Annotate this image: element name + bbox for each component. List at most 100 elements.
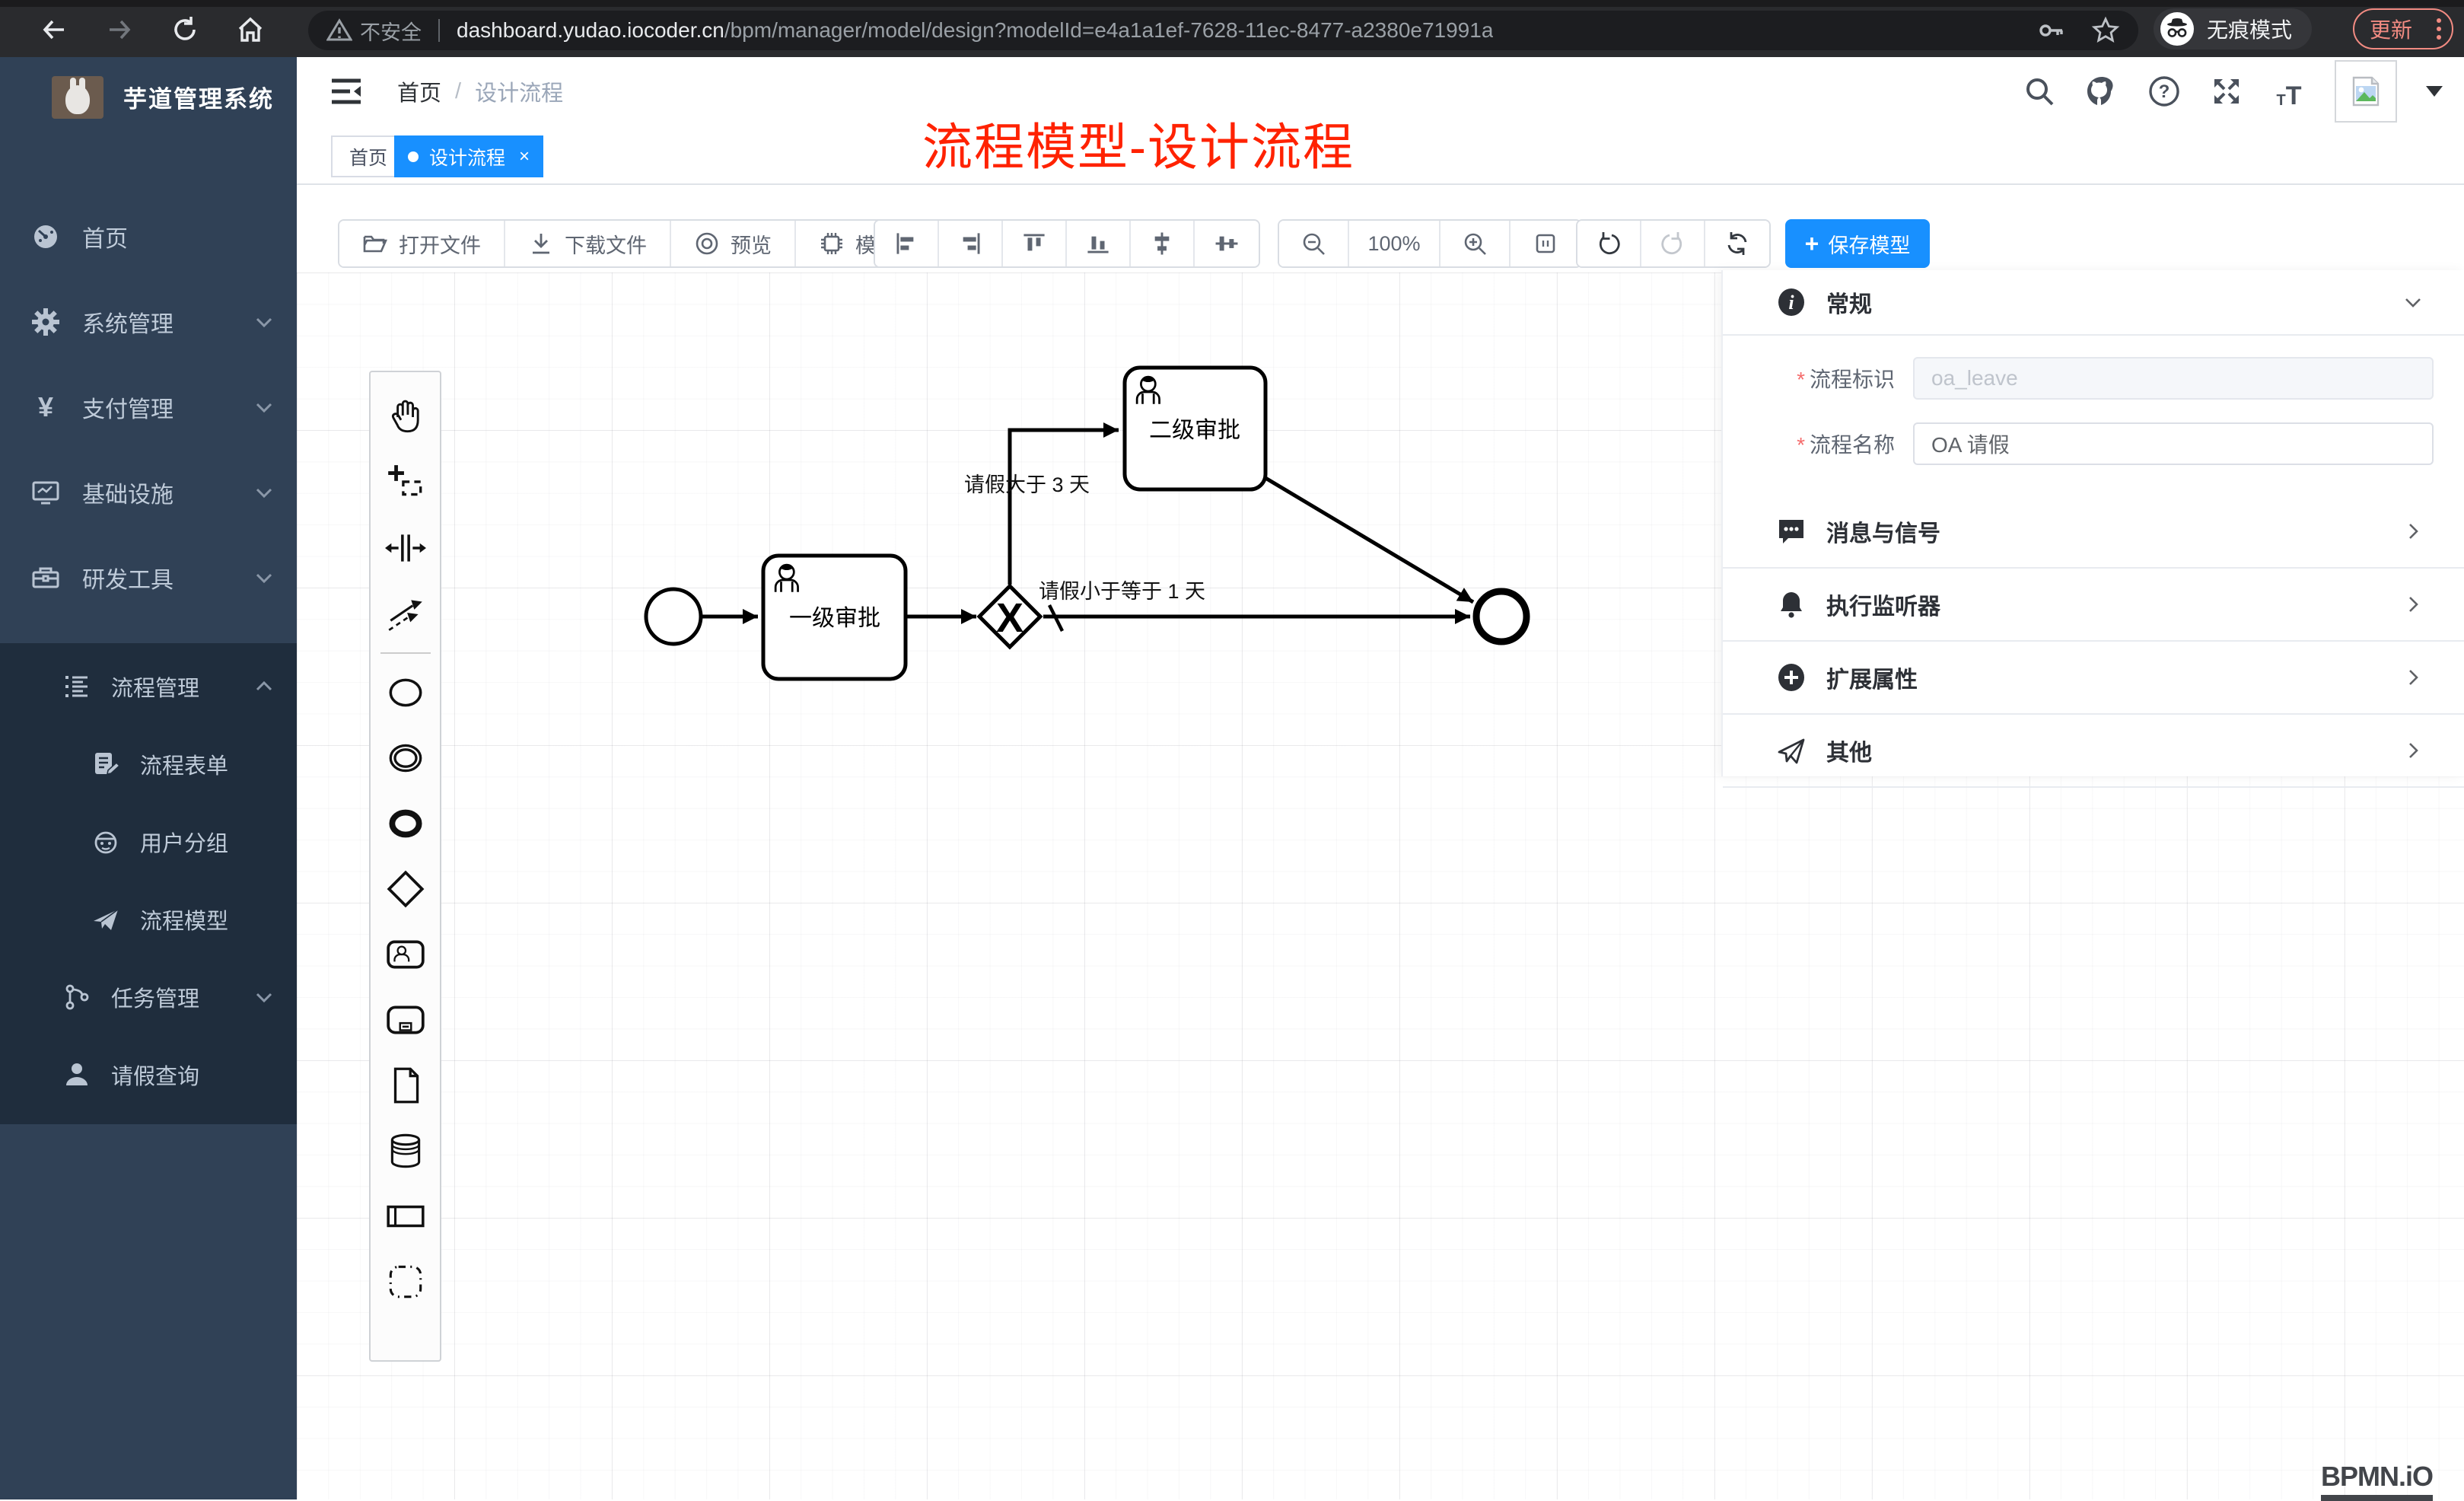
align-center-horizontal-icon [1149,231,1175,257]
update-label[interactable]: 更新 [2370,14,2412,44]
browser-back-icon[interactable] [40,15,68,44]
zoom-reset-button[interactable] [1511,221,1581,266]
bpmn-io-watermark[interactable]: BPMN.iO [2321,1461,2433,1501]
sidebar-item-home[interactable]: 首页 [0,194,297,279]
align-right-button[interactable] [939,221,1003,266]
flow-gateway-to-task2[interactable] [1010,430,1119,585]
page-url[interactable]: dashboard.yudao.iocoder.cn/bpm/manager/m… [457,18,1493,43]
browser-home-icon[interactable] [236,15,265,44]
align-middle-vertical-icon [1214,231,1240,257]
align-center-button[interactable] [1131,221,1195,266]
security-warning-icon [326,18,352,43]
bookmark-star-icon[interactable] [2091,16,2120,45]
preview-button[interactable]: 预览 [671,221,796,266]
redo-button[interactable] [1641,221,1705,266]
dashboard-icon [30,221,61,252]
browser-menu-icon[interactable] [2437,18,2441,40]
sidebar-item-label: 支付管理 [82,390,173,424]
user-task-level2[interactable]: 二级审批 [1125,368,1265,489]
undo-icon [1596,231,1622,257]
align-bottom-button[interactable] [1067,221,1131,266]
browser-forward-icon[interactable] [105,15,134,44]
tab-label: 首页 [349,143,387,170]
app-logo[interactable]: 芋道管理系统 [0,57,297,137]
close-tab-icon[interactable]: × [519,146,530,167]
chevron-down-icon [254,568,274,588]
sidebar-item-user-group[interactable]: 用户分组 [0,803,297,881]
process-name-input[interactable] [1913,422,2434,465]
align-bottom-icon [1085,231,1111,257]
sidebar-item-process-model[interactable]: 流程模型 [0,881,297,958]
undo-button[interactable] [1577,221,1641,266]
preview-eye-icon [694,231,720,257]
chevron-up-icon [254,677,274,696]
url-host: dashboard.yudao.iocoder.cn [457,18,724,42]
exclusive-gateway[interactable]: X [979,586,1040,647]
avatar[interactable] [2335,60,2397,123]
refresh-button[interactable] [1705,221,1769,266]
section-extended-attributes[interactable]: 扩展属性 [1723,642,2464,715]
file-toolbar-group: 打开文件 下载文件 预览 模拟 [338,219,921,268]
zoom-in-button[interactable] [1441,221,1511,266]
search-icon[interactable] [2023,75,2056,108]
address-bar[interactable]: 不安全 dashboard.yudao.iocoder.cn/bpm/manag… [308,11,2138,50]
section-title: 消息与信号 [1826,515,1940,548]
help-icon[interactable]: ? [2147,75,2181,108]
breadcrumb-home[interactable]: 首页 [397,75,441,107]
sidebar-item-leave-query[interactable]: 请假查询 [0,1036,297,1114]
start-event[interactable] [646,589,701,644]
chevron-down-icon [2402,291,2424,314]
sidebar-item-system[interactable]: 系统管理 [0,279,297,365]
fullscreen-icon[interactable] [2210,75,2243,108]
section-execution-listener[interactable]: 执行监听器 [1723,569,2464,642]
sidebar-item-label: 请假查询 [111,1059,199,1091]
section-title: 扩展属性 [1826,661,1918,694]
tab-design-process[interactable]: 设计流程 × [394,135,543,177]
open-file-button[interactable]: 打开文件 [339,221,505,266]
sidebar-item-process-form[interactable]: 流程表单 [0,725,297,803]
sidebar-item-infra[interactable]: 基础设施 [0,450,297,535]
password-key-icon[interactable] [2038,17,2065,44]
form-row-process-key: *流程标识 [1723,357,2434,400]
sidebar-item-label: 任务管理 [111,981,199,1013]
user-task-level1[interactable]: 一级审批 [763,556,906,679]
sidebar-item-payment[interactable]: ¥ 支付管理 [0,365,297,450]
align-top-button[interactable] [1003,221,1067,266]
avatar-dropdown-caret[interactable] [2426,86,2443,97]
info-icon: i [1776,287,1807,317]
field-label: *流程标识 [1723,363,1913,394]
sidebar-item-label: 流程模型 [140,903,228,935]
form-edit-icon [91,750,120,779]
github-icon[interactable] [2085,75,2119,108]
sidebar-toggle-icon[interactable] [330,78,362,105]
flow-task2-to-end[interactable] [1265,478,1473,602]
align-middle-button[interactable] [1195,221,1259,266]
save-model-button[interactable]: + 保存模型 [1785,219,1930,268]
monitor-icon [30,477,61,508]
security-label[interactable]: 不安全 [360,16,422,46]
end-event[interactable] [1476,591,1526,642]
zoom-out-button[interactable] [1279,221,1349,266]
bell-icon [1776,589,1807,620]
browser-update-button[interactable]: 更新 [2353,8,2453,49]
section-message-signal[interactable]: 消息与信号 [1723,496,2464,569]
chevron-right-icon [2402,520,2424,543]
download-file-button[interactable]: 下载文件 [505,221,671,266]
sidebar-item-label: 用户分组 [140,826,228,858]
sidebar-item-label: 流程管理 [111,671,199,703]
process-key-label: 流程标识 [1810,368,1895,391]
align-toolbar-group [874,219,1260,268]
sidebar-item-devtools[interactable]: 研发工具 [0,535,297,620]
browser-reload-icon[interactable] [170,15,199,44]
sidebar-item-process-mgmt[interactable]: 流程管理 [0,648,297,725]
align-left-button[interactable] [875,221,939,266]
section-other[interactable]: 其他 [1723,715,2464,788]
sidebar-item-task-mgmt[interactable]: 任务管理 [0,958,297,1036]
chip-icon [819,231,845,257]
font-size-icon[interactable]: TT [2272,75,2306,108]
section-general-header[interactable]: i 常规 [1723,270,2464,336]
chevron-right-icon [2402,593,2424,616]
redo-icon [1660,231,1686,257]
button-label: 打开文件 [399,229,481,259]
chevron-down-icon [254,483,274,502]
